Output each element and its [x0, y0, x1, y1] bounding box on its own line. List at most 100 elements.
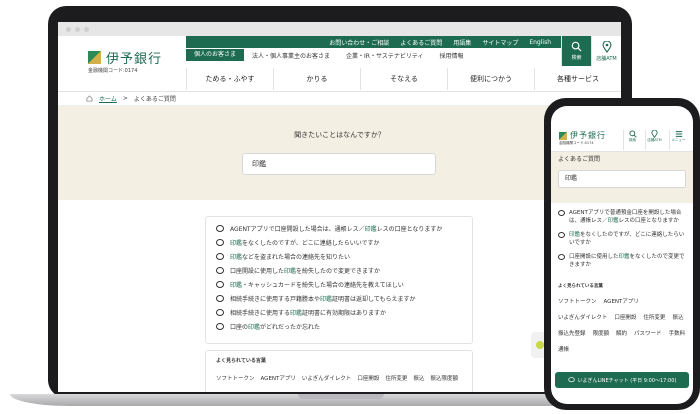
- tag-passbook[interactable]: 通帳: [558, 345, 569, 353]
- faq-search-input[interactable]: 印鑑: [242, 153, 436, 175]
- faq-link[interactable]: よくあるご質問: [400, 38, 442, 47]
- tag-fees[interactable]: 手数料: [669, 329, 686, 337]
- list-item[interactable]: 相続手続きに使用する印鑑証明書に有効期限はありますか: [216, 305, 462, 319]
- result-text: AGENTアプリで普通預金口座を開設した場合は、通帳レス／印鑑レスの口座となりま…: [569, 209, 686, 225]
- line-chat-button[interactable]: いよぎんLINEチャット (平日 9:00〜17:00): [555, 372, 689, 388]
- map-pin-icon: [651, 130, 658, 138]
- speech-bubble-icon: [216, 224, 224, 232]
- nav-prepare[interactable]: そなえる: [360, 68, 447, 90]
- result-text-post: レスの口座となりますか: [376, 225, 443, 233]
- breadcrumb: ホーム > よくあるご質問: [58, 92, 621, 106]
- tag-transfer[interactable]: 振込: [672, 313, 683, 321]
- result-text-post: 証明書は返却してもらえますか: [332, 295, 416, 303]
- result-text-pre: 相続手続きに使用する戸籍謄本や: [230, 295, 321, 303]
- list-item[interactable]: 口座の印鑑がどれだったか忘れた: [216, 319, 462, 333]
- mobile-menu-button[interactable]: メニュー: [669, 130, 687, 150]
- tag-transfer-limit[interactable]: 振込限度額: [430, 374, 458, 382]
- bank-logo[interactable]: 伊予銀行: [88, 48, 162, 67]
- mobile-search-input[interactable]: 印鑑: [558, 170, 686, 188]
- tag-address-change[interactable]: 住所変更: [643, 313, 665, 321]
- logo-mark-icon: [88, 51, 101, 64]
- mobile-search-button[interactable]: 検索: [623, 130, 641, 150]
- speech-bubble-icon: [216, 280, 224, 288]
- result-text: 印鑑をなくしたのですが、どこに連絡したらいいですか: [230, 238, 380, 247]
- tag-password[interactable]: パスワード: [634, 329, 662, 337]
- tag-payee-registration[interactable]: 振込先登録: [558, 329, 586, 337]
- list-item[interactable]: 印鑑をなくしたのですが、どこに連絡したらいいですか: [551, 231, 693, 247]
- sitemap-link[interactable]: サイトマップ: [482, 38, 518, 47]
- list-item[interactable]: 印鑑・キャッシュカードを紛失した場合の連絡先を教えてほしい: [216, 277, 462, 291]
- result-text: 相続手続きに使用する印鑑証明書に有効期限はありますか: [230, 308, 386, 317]
- speech-bubble-icon: [216, 266, 224, 274]
- speech-bubble-icon: [216, 238, 224, 246]
- english-link[interactable]: English: [529, 39, 551, 46]
- popular-terms: よく見られている言葉 ソフトトークン AGENTアプリ いよぎんダイレクト 口座…: [205, 350, 473, 392]
- result-highlight: 印鑑: [230, 281, 243, 289]
- tag-limit[interactable]: 限度額: [593, 329, 610, 337]
- list-item[interactable]: 印鑑などを盗まれた場合の連絡先を知りたい: [216, 249, 462, 263]
- list-item[interactable]: 口座開設に使用した印鑑を紛失したので変更できますか: [216, 263, 462, 277]
- nav-convenient[interactable]: 便利につかう: [447, 68, 534, 90]
- list-item[interactable]: 相続手続きに使用する戸籍謄本や印鑑証明書は返却してもらえますか: [216, 291, 462, 305]
- result-text: 印鑑・キャッシュカードを紛失した場合の連絡先を教えてほしい: [230, 280, 404, 289]
- mobile-bank-logo[interactable]: 伊予銀行: [559, 130, 606, 141]
- breadcrumb-separator: >: [122, 95, 128, 102]
- search-button[interactable]: 検索: [561, 36, 591, 66]
- tag-soft-token[interactable]: ソフトトークン: [216, 374, 255, 382]
- nav-services[interactable]: 各種サービス: [534, 68, 621, 90]
- mobile-page: 伊予銀行 金融機関コード:0174 検索 店舗ATM メニュー よくあるご質問 …: [551, 106, 693, 404]
- tag-account-opening[interactable]: 口座開設: [357, 374, 379, 382]
- tag-soft-token[interactable]: ソフトトークン: [558, 297, 597, 305]
- result-highlight: 印鑑: [618, 254, 630, 260]
- breadcrumb-home[interactable]: ホーム: [99, 94, 117, 103]
- list-item[interactable]: AGENTアプリで口座開設した場合は、通帳レス／印鑑レスの口座となりますか: [216, 221, 462, 235]
- tag-account-opening[interactable]: 口座開設: [614, 313, 636, 321]
- speech-bubble-icon: [558, 232, 565, 238]
- nav-borrow[interactable]: かりる: [273, 68, 360, 90]
- tag-agent-app[interactable]: AGENTアプリ: [261, 374, 296, 382]
- mobile-atm-button[interactable]: 店舗ATM: [645, 130, 663, 150]
- mobile-header: 伊予銀行 金融機関コード:0174 検索 店舗ATM メニュー: [551, 106, 693, 152]
- tag-iyogin-direct[interactable]: いよぎんダイレクト: [558, 313, 607, 321]
- result-text-pre: AGENTアプリで口座開設した場合は、通帳レス／: [230, 225, 365, 233]
- chat-mascot-icon: [536, 341, 544, 349]
- list-item[interactable]: AGENTアプリで普通預金口座を開設した場合は、通帳レス／印鑑レスの口座となりま…: [551, 209, 693, 225]
- result-text-pre: 口座開設に使用した: [569, 254, 619, 260]
- contact-link[interactable]: お問い合わせ・ご相談: [329, 38, 389, 47]
- atm-label: 店舗ATM: [596, 55, 617, 62]
- tab-personal[interactable]: 個人のお客さま: [186, 49, 245, 61]
- search-icon: [628, 130, 637, 138]
- tag-transfer[interactable]: 振込: [413, 374, 424, 382]
- glossary-link[interactable]: 用語集: [453, 38, 471, 47]
- nav-save-invest[interactable]: ためる・ふやす: [186, 68, 273, 90]
- popular-tags: ソフトトークン AGENTアプリ いよぎんダイレクト 口座開設 住所変更 振込 …: [216, 374, 462, 382]
- result-text: AGENTアプリで口座開設した場合は、通帳レス／印鑑レスの口座となりますか: [230, 224, 442, 233]
- menu-label: メニュー: [671, 138, 686, 142]
- map-pin-icon: [601, 40, 612, 53]
- result-text: 印鑑などを盗まれた場合の連絡先を知りたい: [230, 252, 350, 261]
- logo-text: 伊予銀行: [106, 52, 163, 67]
- segment-nav: 個人のお客さま 法人・個人事業主のお客さま 企業・IR・サステナビリティ 採用情…: [186, 49, 561, 61]
- tab-corporate[interactable]: 企業・IR・サステナビリティ: [338, 51, 431, 60]
- window-dot: [66, 26, 71, 32]
- result-text-post: 証明書に有効期限はありますか: [302, 309, 387, 317]
- tag-agent-app[interactable]: AGENTアプリ: [604, 297, 639, 305]
- logo-mark-icon: [559, 131, 567, 140]
- tag-cancellation[interactable]: 解約: [616, 329, 627, 337]
- list-item[interactable]: 印鑑をなくしたのですが、どこに連絡したらいいですか: [216, 235, 462, 249]
- atm-button[interactable]: 店舗ATM: [591, 36, 621, 66]
- tag-address-change[interactable]: 住所変更: [385, 374, 407, 382]
- bank-code: 金融機関コード:0174: [559, 141, 594, 145]
- tag-iyogin-direct[interactable]: いよぎんダイレクト: [302, 374, 351, 382]
- logo-text: 伊予銀行: [570, 131, 606, 140]
- tab-business[interactable]: 法人・個人事業主のお客さま: [244, 51, 338, 60]
- search-prompt: 聞きたいことはなんですか？: [294, 131, 385, 139]
- popular-terms-title: よく見られている言葉: [216, 358, 266, 364]
- list-item[interactable]: 口座開設に使用した印鑑をなくしたので変更できますか: [551, 253, 693, 269]
- result-highlight: 印鑑: [320, 295, 333, 303]
- tab-recruit[interactable]: 採用情報: [432, 51, 472, 60]
- speech-bubble-icon: [216, 294, 224, 302]
- device-mockup: 伊予銀行 金融機関コード:0174 お問い合わせ・ご相談 よくあるご質問 用語集…: [0, 0, 700, 414]
- home-icon: [86, 95, 93, 102]
- site-header: 伊予銀行 金融機関コード:0174 お問い合わせ・ご相談 よくあるご質問 用語集…: [58, 36, 621, 92]
